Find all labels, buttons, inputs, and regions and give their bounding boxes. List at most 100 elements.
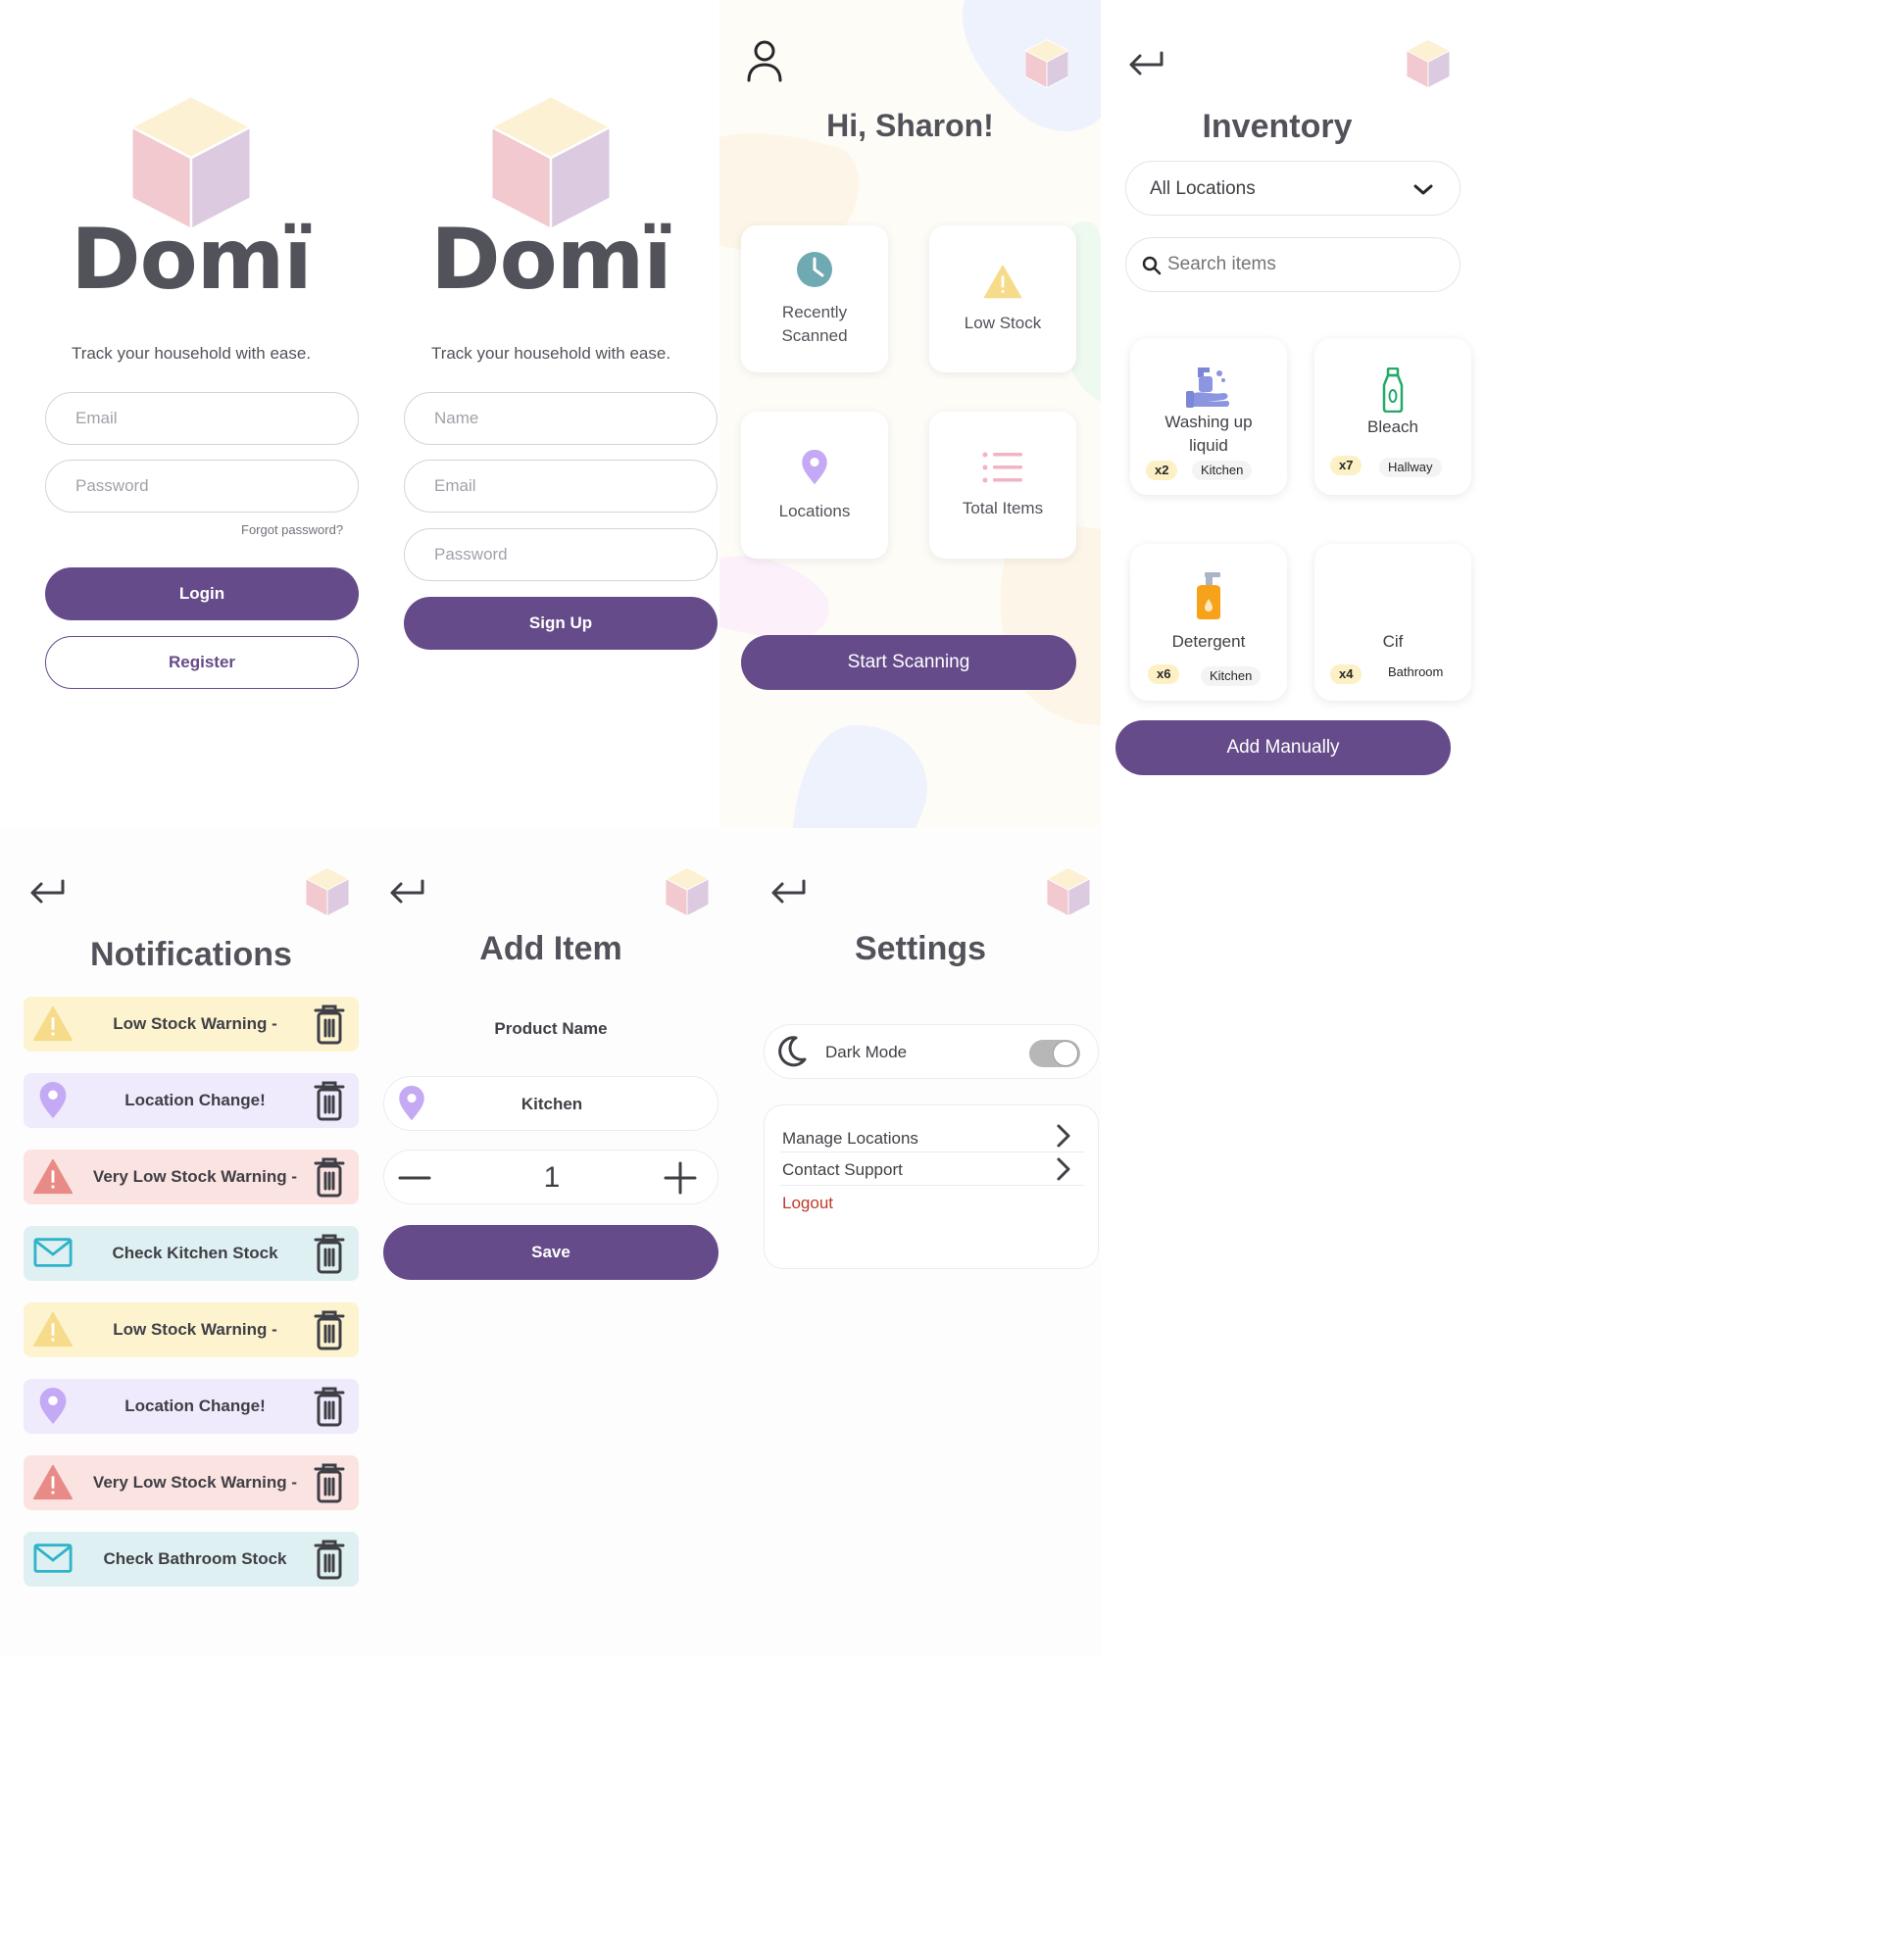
- page-title: Notifications: [90, 936, 292, 973]
- search-box[interactable]: [1125, 237, 1461, 292]
- tagline: Track your household with ease.: [430, 344, 671, 363]
- logo-text: Domï: [71, 211, 313, 309]
- page-title: Inventory: [1202, 108, 1353, 145]
- trash-icon[interactable]: [312, 1003, 347, 1046]
- trash-icon[interactable]: [312, 1308, 347, 1351]
- cube-logo-icon: [666, 867, 709, 916]
- card-label: Recently Scanned: [781, 303, 848, 345]
- dark-mode-toggle[interactable]: [1029, 1040, 1080, 1067]
- item-card-detergent[interactable]: Detergent x6 Kitchen: [1130, 544, 1287, 701]
- forgot-password-link[interactable]: Forgot password?: [241, 522, 343, 537]
- quantity-badge: x4: [1330, 664, 1362, 684]
- quantity-badge: x6: [1148, 664, 1180, 684]
- location-field[interactable]: Kitchen: [383, 1076, 718, 1131]
- quantity-badge: x7: [1330, 456, 1362, 475]
- soap-dispenser-icon: [1197, 572, 1220, 619]
- start-scanning-button[interactable]: Start Scanning: [741, 635, 1076, 690]
- notification-text: Check Kitchen Stock: [112, 1244, 278, 1262]
- manage-locations-row[interactable]: Manage Locations: [780, 1121, 1084, 1152]
- trash-icon[interactable]: [312, 1079, 347, 1122]
- notification-item[interactable]: Location Change!: [24, 1379, 359, 1434]
- contact-support-label: Contact Support: [782, 1160, 903, 1179]
- signup-button[interactable]: Sign Up: [404, 597, 718, 650]
- mail-icon: [33, 1238, 73, 1267]
- location-value: Kitchen: [520, 1095, 583, 1113]
- item-name: Cif: [1382, 632, 1404, 651]
- location-pin-icon: [802, 449, 827, 485]
- low-stock-card[interactable]: Low Stock: [929, 225, 1076, 372]
- trash-icon[interactable]: [312, 1385, 347, 1428]
- back-arrow-icon[interactable]: [768, 875, 808, 905]
- danger-warning-icon: [33, 1158, 74, 1195]
- profile-icon[interactable]: [745, 39, 784, 82]
- notification-text: Check Bathroom Stock: [103, 1549, 287, 1568]
- page-title: Settings: [854, 930, 987, 967]
- cube-logo-icon: [1047, 867, 1090, 916]
- notifications-screen: Notifications Low Stock Warning - Locatio…: [0, 828, 360, 1656]
- danger-warning-icon: [33, 1464, 74, 1500]
- greeting: Hi, Sharon!: [826, 108, 994, 143]
- cube-logo-icon: [1025, 39, 1068, 88]
- trash-icon[interactable]: [312, 1232, 347, 1275]
- item-name: Washing up liquid: [1164, 413, 1253, 455]
- add-manually-button[interactable]: Add Manually: [1115, 720, 1451, 775]
- email-field[interactable]: [45, 392, 359, 445]
- back-arrow-icon[interactable]: [1126, 47, 1165, 76]
- location-badge: Kitchen: [1201, 666, 1262, 686]
- item-card-washing-up-liquid[interactable]: Washing up liquid x2 Kitchen: [1130, 338, 1287, 495]
- trash-icon[interactable]: [312, 1155, 347, 1199]
- cube-logo-icon: [130, 96, 252, 229]
- notification-item[interactable]: Check Kitchen Stock: [24, 1226, 359, 1281]
- item-card-cif[interactable]: Cif x4 Bathroom: [1314, 544, 1471, 701]
- warning-icon: [33, 1311, 74, 1348]
- back-arrow-icon[interactable]: [27, 875, 67, 905]
- locations-card[interactable]: Locations: [741, 412, 888, 559]
- location-pin-icon: [39, 1081, 67, 1119]
- notification-text: Low Stock Warning -: [113, 1320, 277, 1339]
- name-field[interactable]: [404, 392, 718, 445]
- password-field[interactable]: [404, 528, 718, 581]
- hand-wash-icon: [1186, 368, 1230, 408]
- location-select[interactable]: All Locations: [1125, 161, 1461, 216]
- plus-icon[interactable]: [663, 1160, 698, 1196]
- notification-item[interactable]: Location Change!: [24, 1073, 359, 1128]
- chevron-right-icon: [1057, 1124, 1070, 1148]
- register-button[interactable]: Register: [45, 636, 359, 689]
- warning-icon: [983, 265, 1022, 299]
- trash-icon[interactable]: [312, 1461, 347, 1504]
- email-field[interactable]: [404, 460, 718, 513]
- dark-mode-row: Dark Mode: [764, 1024, 1099, 1079]
- notification-text: Very Low Stock Warning -: [92, 1167, 298, 1186]
- notification-item[interactable]: Check Bathroom Stock: [24, 1532, 359, 1587]
- item-card-bleach[interactable]: Bleach x7 Hallway: [1314, 338, 1471, 495]
- notification-text: Location Change!: [124, 1091, 266, 1109]
- item-name: Detergent: [1171, 632, 1246, 651]
- login-button[interactable]: Login: [45, 567, 359, 620]
- logout-link[interactable]: Logout: [782, 1194, 833, 1213]
- quantity-stepper[interactable]: 1: [383, 1150, 718, 1204]
- notification-item[interactable]: Very Low Stock Warning -: [24, 1150, 359, 1204]
- notification-item[interactable]: Low Stock Warning -: [24, 1302, 359, 1357]
- card-label: Low Stock: [964, 314, 1042, 332]
- recently-scanned-card[interactable]: Recently Scanned: [741, 225, 888, 372]
- password-field[interactable]: [45, 460, 359, 513]
- location-select-value: All Locations: [1150, 178, 1256, 199]
- product-name-field[interactable]: Product Name: [360, 1019, 719, 1039]
- notification-item[interactable]: Low Stock Warning -: [24, 997, 359, 1052]
- notification-item[interactable]: Very Low Stock Warning -: [24, 1455, 359, 1510]
- contact-support-row[interactable]: Contact Support: [780, 1154, 1084, 1186]
- cube-logo-icon: [490, 96, 612, 229]
- toggle-knob: [1053, 1041, 1078, 1066]
- clock-icon: [797, 252, 832, 287]
- warning-icon: [33, 1005, 74, 1042]
- search-input[interactable]: [1167, 250, 1442, 279]
- settings-menu: Manage Locations Contact Support Logout: [764, 1104, 1099, 1269]
- notification-text: Low Stock Warning -: [113, 1014, 277, 1033]
- back-arrow-icon[interactable]: [387, 875, 426, 905]
- list-icon: [982, 452, 1022, 483]
- item-name: Bleach: [1367, 417, 1418, 436]
- save-button[interactable]: Save: [383, 1225, 718, 1280]
- trash-icon[interactable]: [312, 1538, 347, 1581]
- location-badge: Kitchen: [1192, 461, 1253, 480]
- total-items-card[interactable]: Total Items: [929, 412, 1076, 559]
